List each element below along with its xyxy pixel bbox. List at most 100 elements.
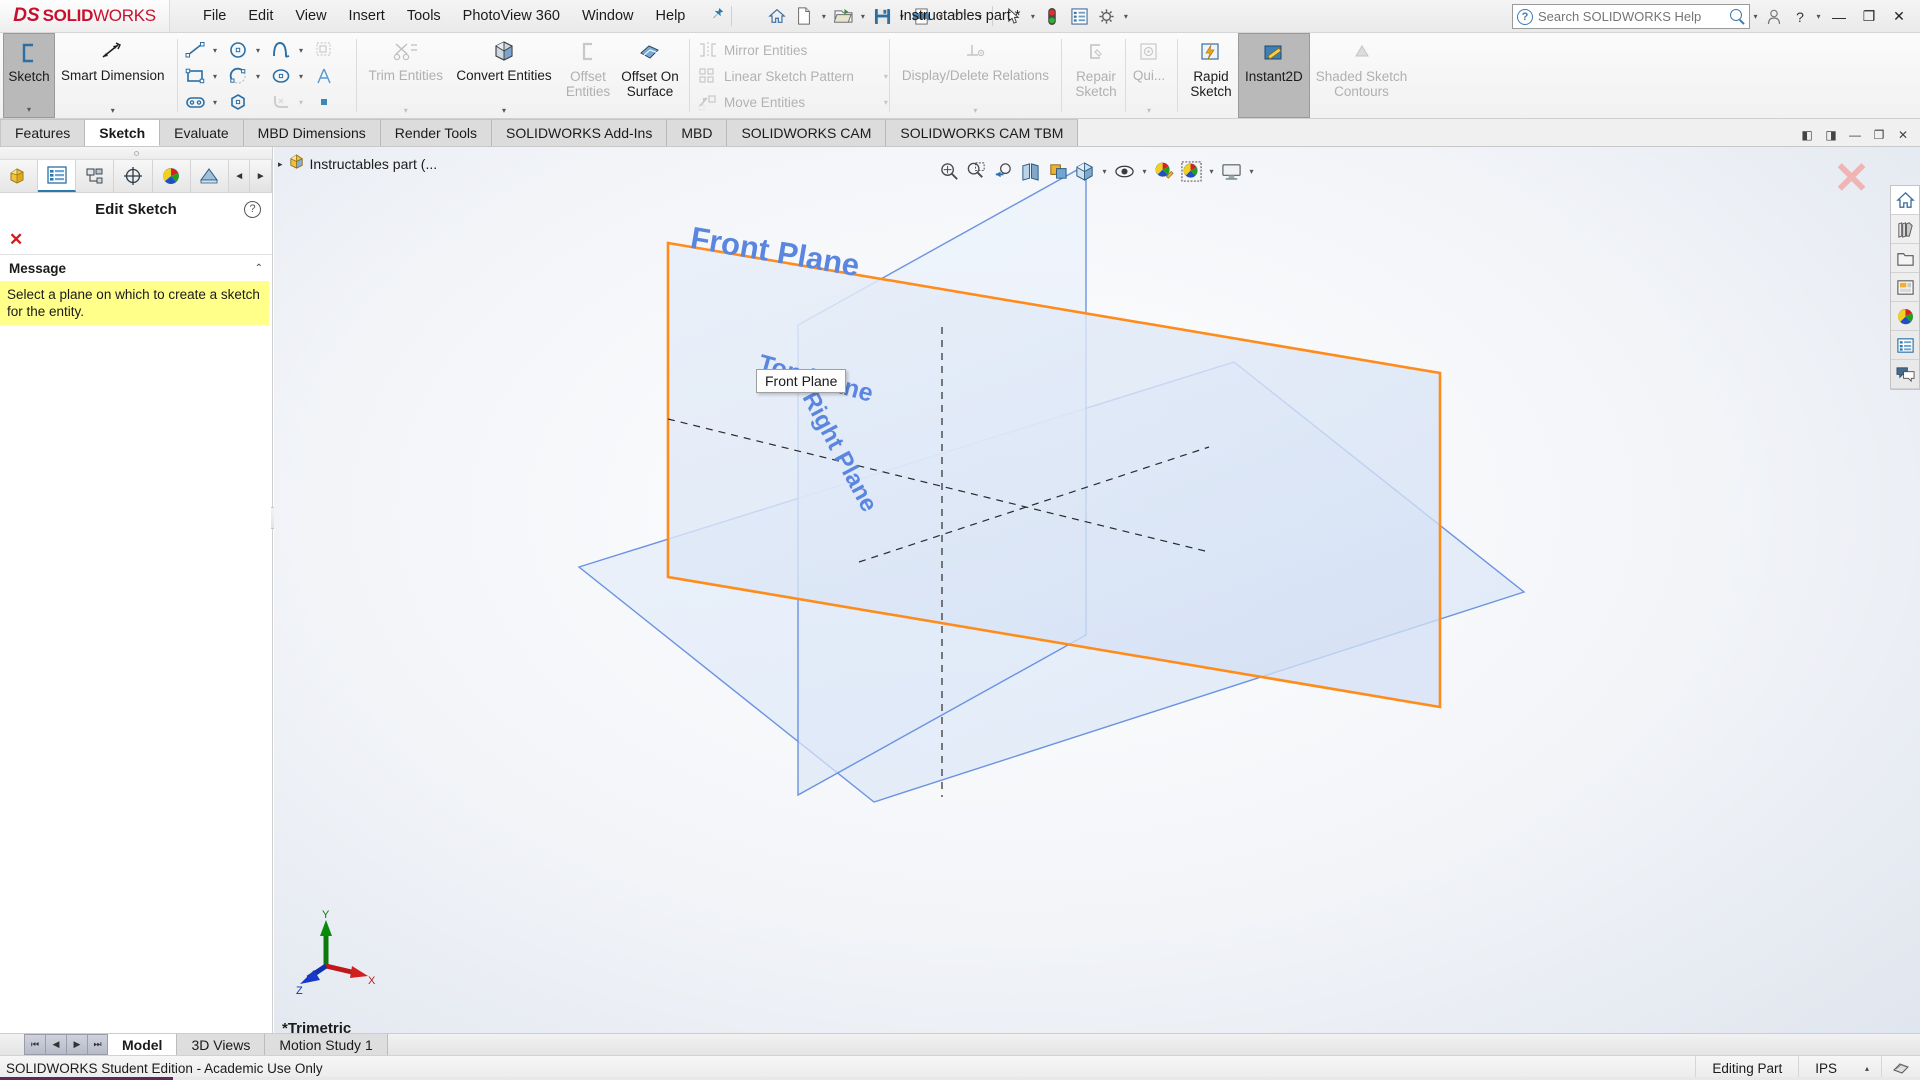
select-dropdown-arrow[interactable]: ▾ xyxy=(1027,12,1038,21)
settings-gear-icon[interactable] xyxy=(1093,3,1119,29)
select-cursor-icon[interactable] xyxy=(1000,3,1026,29)
circle-dropdown-arrow[interactable]: ▾ xyxy=(252,46,265,55)
view-palette-icon[interactable] xyxy=(1891,273,1919,302)
section-view-icon[interactable] xyxy=(1018,159,1043,184)
view-settings-monitor-icon[interactable] xyxy=(1219,159,1244,184)
offset-entities-button[interactable]: Offset Entities xyxy=(559,33,617,118)
help-search-box[interactable]: ? xyxy=(1512,4,1750,29)
display-style-dropdown-arrow[interactable]: ▾ xyxy=(1099,167,1110,176)
restore-window-button[interactable]: ❐ xyxy=(1854,2,1884,32)
menu-photoview-360[interactable]: PhotoView 360 xyxy=(452,3,571,29)
spline-dropdown-arrow[interactable]: ▾ xyxy=(295,46,308,55)
previous-view-icon[interactable] xyxy=(991,159,1016,184)
fillet-dropdown-arrow[interactable]: ▾ xyxy=(295,98,308,107)
property-manager-tab[interactable] xyxy=(38,160,76,192)
spline-tool-button[interactable]: ▾ xyxy=(267,37,310,63)
edit-appearance-icon[interactable] xyxy=(1152,159,1177,184)
bottom-tab-motion-study-1[interactable]: Motion Study 1 xyxy=(265,1034,387,1055)
repair-sketch-button[interactable]: RepairSketch xyxy=(1068,33,1124,118)
nav-prev-button[interactable]: ◀ xyxy=(45,1034,66,1055)
trim-entities-button[interactable]: Trim Entities ▾ xyxy=(363,33,450,118)
open-document-dropdown-arrow[interactable]: ▾ xyxy=(857,12,868,21)
arc-tool-button[interactable]: ▾ xyxy=(224,63,267,89)
line-tool-button[interactable]: ▾ xyxy=(181,37,224,63)
offset-on-surface-button[interactable]: Offset OnSurface xyxy=(617,33,683,118)
tab-mbd[interactable]: MBD xyxy=(667,119,727,146)
tab-features[interactable]: Features xyxy=(0,119,85,146)
menu-edit[interactable]: Edit xyxy=(237,3,284,29)
zoom-to-area-icon[interactable] xyxy=(964,159,989,184)
open-document-icon[interactable] xyxy=(830,3,856,29)
smart-dimension-button[interactable]: Smart Dimension ▾ xyxy=(55,33,171,118)
menu-tools[interactable]: Tools xyxy=(396,3,452,29)
pin-right-icon[interactable]: ◨ xyxy=(1820,124,1842,146)
polygon-tool-button[interactable] xyxy=(224,89,267,115)
help-dropdown-arrow[interactable]: ▾ xyxy=(1813,12,1824,21)
shaded-sketch-contours-button[interactable]: Shaded SketchContours xyxy=(1310,33,1414,118)
feature-manager-tree-tab[interactable] xyxy=(0,160,38,192)
quick-snaps-button[interactable]: Qui... ▾ xyxy=(1127,33,1171,118)
close-doc-icon[interactable]: ✕ xyxy=(1892,124,1914,146)
menu-help[interactable]: Help xyxy=(645,3,697,29)
message-section-header[interactable]: Message ⌃ xyxy=(0,255,272,281)
display-delete-relations-dropdown-arrow[interactable]: ▾ xyxy=(973,106,977,118)
nav-first-button[interactable]: ⏮ xyxy=(24,1034,45,1055)
manager-tab-prev-button[interactable]: ◄ xyxy=(229,160,251,192)
convert-entities-button[interactable]: Convert Entities ▾ xyxy=(449,33,559,118)
sketch-button[interactable]: Sketch ▾ xyxy=(3,33,55,118)
menu-file[interactable]: File xyxy=(192,3,237,29)
tab-sketch[interactable]: Sketch xyxy=(85,119,160,146)
arc-dropdown-arrow[interactable]: ▾ xyxy=(252,72,265,81)
print-dropdown-arrow[interactable]: ▾ xyxy=(935,12,946,21)
options-list-icon[interactable] xyxy=(1066,3,1092,29)
text-tool-button[interactable] xyxy=(310,63,353,89)
solidworks-forum-icon[interactable] xyxy=(1891,360,1919,389)
rapid-sketch-button[interactable]: RapidSketch xyxy=(1184,33,1238,118)
trim-entities-dropdown-arrow[interactable]: ▾ xyxy=(404,106,408,118)
search-dropdown-arrow[interactable]: ▾ xyxy=(1750,12,1761,21)
menu-insert[interactable]: Insert xyxy=(338,3,396,29)
new-document-dropdown-arrow[interactable]: ▾ xyxy=(818,12,829,21)
nav-next-button[interactable]: ▶ xyxy=(66,1034,87,1055)
menu-window[interactable]: Window xyxy=(571,3,645,29)
menu-view[interactable]: View xyxy=(284,3,337,29)
move-entities-dropdown-arrow[interactable]: ▾ xyxy=(828,98,884,107)
restore-doc-icon[interactable]: ❐ xyxy=(1868,124,1890,146)
tab-solidworks-add-ins[interactable]: SOLIDWORKS Add-Ins xyxy=(492,119,667,146)
display-delete-relations-button[interactable]: Display/Delete Relations ▾ xyxy=(896,33,1055,118)
help-icon[interactable]: ? xyxy=(1787,4,1813,30)
move-entities-button[interactable]: Move Entities ▾ xyxy=(693,89,886,115)
tab-evaluate[interactable]: Evaluate xyxy=(160,119,243,146)
new-document-icon[interactable] xyxy=(791,3,817,29)
undo-dropdown-arrow[interactable]: ▾ xyxy=(974,12,985,21)
point-tool-button[interactable] xyxy=(310,89,353,115)
tab-mbd-dimensions[interactable]: MBD Dimensions xyxy=(244,119,381,146)
view-settings-dropdown-arrow[interactable]: ▾ xyxy=(1246,167,1257,176)
linear-sketch-pattern-dropdown-arrow[interactable]: ▾ xyxy=(854,72,884,81)
sw-resources-icon[interactable] xyxy=(1891,186,1919,215)
property-manager-help-icon[interactable]: ? xyxy=(244,201,261,218)
linear-sketch-pattern-button[interactable]: Linear Sketch Pattern ▾ xyxy=(693,63,886,89)
breadcrumb-expand-arrow[interactable]: ▸ xyxy=(278,159,283,170)
print-icon[interactable] xyxy=(908,3,934,29)
design-library-icon[interactable] xyxy=(1891,215,1919,244)
breadcrumb-text[interactable]: Instructables part (... xyxy=(310,156,438,172)
search-input[interactable] xyxy=(1538,9,1724,24)
appearances-scenes-icon[interactable] xyxy=(1891,302,1919,331)
file-explorer-icon[interactable] xyxy=(1891,244,1919,273)
units-caret-icon[interactable]: ▴ xyxy=(1853,1064,1881,1073)
apply-scene-icon[interactable] xyxy=(1179,159,1204,184)
user-account-icon[interactable] xyxy=(1761,4,1787,30)
configuration-manager-tab[interactable] xyxy=(76,160,114,192)
tab-solidworks-cam[interactable]: SOLIDWORKS CAM xyxy=(727,119,886,146)
bottom-tab-3d-views[interactable]: 3D Views xyxy=(177,1034,265,1055)
save-icon[interactable] xyxy=(869,3,895,29)
custom-properties-icon[interactable] xyxy=(1891,331,1919,360)
tab-render-tools[interactable]: Render Tools xyxy=(381,119,492,146)
dimxpert-manager-tab[interactable] xyxy=(114,160,152,192)
view-orientation-icon[interactable] xyxy=(1045,159,1070,184)
mirror-entities-button[interactable]: Mirror Entities xyxy=(693,37,886,63)
close-window-button[interactable]: ✕ xyxy=(1884,2,1914,32)
instant2d-button[interactable]: Instant2D xyxy=(1238,33,1310,118)
ellipse-tool-button[interactable]: ▾ xyxy=(267,63,310,89)
